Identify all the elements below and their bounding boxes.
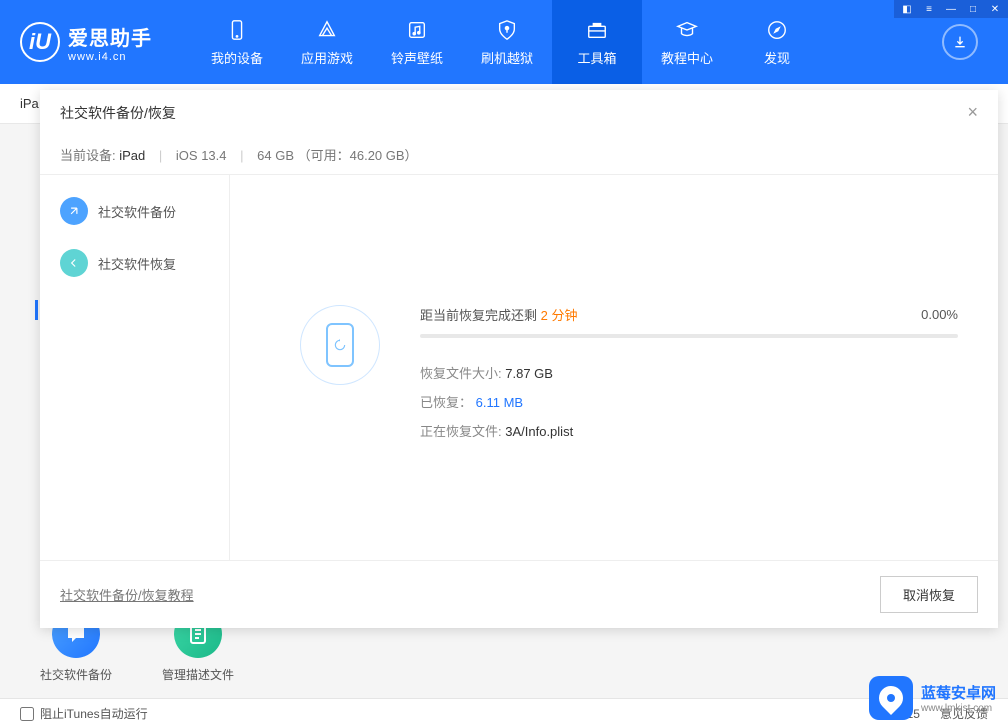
progress-status-row: 距当前恢复完成还剩 2 分钟 0.00%: [420, 305, 958, 324]
device-label: 当前设备:: [60, 148, 116, 163]
nav-toolbox[interactable]: 工具箱: [552, 0, 642, 84]
backup-modal: 社交软件备份/恢复 × 当前设备: iPad | iOS 13.4 | 64 G…: [40, 90, 998, 628]
phone-icon: [326, 323, 354, 367]
skin-icon[interactable]: ◧: [898, 2, 916, 16]
shield-icon: [495, 18, 519, 42]
nav-tutorial[interactable]: 教程中心: [642, 0, 732, 84]
modal-footer: 社交软件备份/恢复教程 取消恢复: [40, 560, 998, 628]
device-os: iOS 13.4: [176, 148, 227, 163]
main-nav: 我的设备 应用游戏 铃声壁纸 刷机越狱 工具箱 教程中心 发现: [192, 0, 822, 84]
nav-label: 我的设备: [211, 48, 263, 67]
checkbox-label: 阻止iTunes自动运行: [40, 705, 148, 722]
sidebar-active-indicator: [35, 300, 38, 320]
info-filesize: 恢复文件大小: 7.87 GB: [420, 363, 958, 382]
phone-graphic: [300, 305, 380, 385]
logo-icon: iU: [20, 22, 60, 62]
modal-title: 社交软件备份/恢复: [60, 103, 176, 123]
sidebar-item-restore[interactable]: 社交软件恢复: [40, 237, 229, 289]
checkbox-input[interactable]: [20, 707, 34, 721]
nav-label: 铃声壁纸: [391, 48, 443, 67]
progress-bar: [420, 334, 958, 338]
tile-label: 管理描述文件: [162, 666, 234, 683]
tutorial-icon: [675, 18, 699, 42]
menu-icon[interactable]: ≡: [920, 2, 938, 16]
logo-title: 爱思助手: [68, 22, 152, 51]
modal-sidebar: 社交软件备份 社交软件恢复: [40, 175, 230, 560]
nav-label: 教程中心: [661, 48, 713, 67]
size-label: 恢复文件大小:: [420, 366, 502, 381]
maximize-icon[interactable]: □: [964, 2, 982, 16]
minimize-icon[interactable]: —: [942, 2, 960, 16]
file-value: 3A/Info.plist: [505, 424, 573, 439]
progress-time: 2 分钟: [541, 308, 578, 323]
done-value: 6.11 MB: [476, 395, 523, 410]
separator: |: [240, 148, 243, 163]
sidebar-item-label: 社交软件备份: [98, 202, 176, 221]
nav-my-device[interactable]: 我的设备: [192, 0, 282, 84]
logo-subtitle: www.i4.cn: [68, 51, 152, 63]
separator: |: [159, 148, 162, 163]
app-logo: iU 爱思助手 www.i4.cn: [20, 22, 152, 63]
download-icon: [952, 34, 968, 50]
download-button[interactable]: [942, 24, 978, 60]
statusbar: 阻止iTunes自动运行 V7.98.15 意见反馈: [0, 698, 1008, 728]
backup-icon: [60, 197, 88, 225]
file-label: 正在恢复文件:: [420, 424, 502, 439]
subheader-tab: iPa: [20, 96, 39, 111]
progress-prefix: 距当前恢复完成还剩: [420, 308, 537, 323]
restore-icon: [60, 249, 88, 277]
compass-icon: [765, 18, 789, 42]
info-currentfile: 正在恢复文件: 3A/Info.plist: [420, 421, 958, 440]
done-label: 已恢复：: [420, 395, 472, 410]
nav-label: 发现: [764, 48, 790, 67]
watermark-title: 蓝莓安卓网: [921, 682, 996, 703]
progress-percent: 0.00%: [921, 307, 958, 322]
modal-body: 社交软件备份 社交软件恢复 距当前恢复完成还剩 2 分钟: [40, 175, 998, 560]
cancel-button[interactable]: 取消恢复: [880, 576, 978, 613]
progress-info: 距当前恢复完成还剩 2 分钟 0.00% 恢复文件大小: 7.87 GB 已恢复…: [420, 305, 958, 450]
nav-ringtone[interactable]: 铃声壁纸: [372, 0, 462, 84]
tutorial-link[interactable]: 社交软件备份/恢复教程: [60, 585, 194, 604]
toolbox-icon: [585, 18, 609, 42]
watermark-icon: [869, 676, 913, 720]
app-header: iU 爱思助手 www.i4.cn 我的设备 应用游戏 铃声壁纸 刷机越狱 工具…: [0, 0, 1008, 84]
device-icon: [225, 18, 249, 42]
sidebar-item-backup[interactable]: 社交软件备份: [40, 185, 229, 237]
watermark: 蓝莓安卓网 www.lmkjst.com: [869, 676, 996, 720]
size-value: 7.87 GB: [505, 366, 553, 381]
nav-discover[interactable]: 发现: [732, 0, 822, 84]
window-controls: ◧ ≡ — □ ✕: [894, 0, 1008, 18]
nav-label: 刷机越狱: [481, 48, 533, 67]
progress-area: 距当前恢复完成还剩 2 分钟 0.00% 恢复文件大小: 7.87 GB 已恢复…: [270, 305, 958, 450]
nav-label: 应用游戏: [301, 48, 353, 67]
itunes-checkbox[interactable]: 阻止iTunes自动运行: [20, 705, 148, 722]
apps-icon: [315, 18, 339, 42]
modal-content: 距当前恢复完成还剩 2 分钟 0.00% 恢复文件大小: 7.87 GB 已恢复…: [230, 175, 998, 560]
tile-label: 社交软件备份: [40, 666, 112, 683]
sidebar-item-label: 社交软件恢复: [98, 254, 176, 273]
modal-close-icon[interactable]: ×: [967, 102, 978, 123]
info-restored: 已恢复： 6.11 MB: [420, 392, 958, 411]
nav-label: 工具箱: [577, 48, 616, 67]
watermark-url: www.lmkjst.com: [921, 703, 996, 714]
nav-apps[interactable]: 应用游戏: [282, 0, 372, 84]
ringtone-icon: [405, 18, 429, 42]
close-window-icon[interactable]: ✕: [986, 2, 1004, 16]
nav-jailbreak[interactable]: 刷机越狱: [462, 0, 552, 84]
device-storage: 64 GB （可用：46.20 GB）: [257, 148, 417, 163]
device-info-bar: 当前设备: iPad | iOS 13.4 | 64 GB （可用：46.20 …: [40, 135, 998, 175]
modal-titlebar: 社交软件备份/恢复 ×: [40, 90, 998, 135]
device-name: iPad: [119, 148, 145, 163]
